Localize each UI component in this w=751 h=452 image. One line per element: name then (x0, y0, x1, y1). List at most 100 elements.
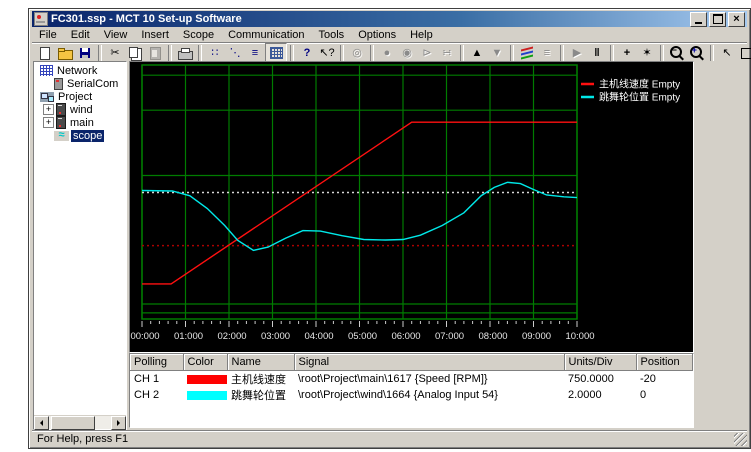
tree-item-label: wind (68, 104, 95, 116)
help-button[interactable]: ? (297, 44, 317, 62)
move-down-button[interactable]: ▼ (487, 44, 507, 62)
svg-text:10:000: 10:000 (565, 331, 594, 342)
channel-row-ch-2[interactable]: CH 2跳舞轮位置\root\Project\wind\1664 {Analog… (130, 387, 692, 403)
pause-scope-button[interactable]: ‖ (587, 44, 607, 62)
cut-button[interactable]: ✂ (105, 44, 125, 62)
menu-item-edit[interactable]: Edit (64, 28, 97, 42)
svg-text:08:000: 08:000 (478, 331, 507, 342)
expander-wind[interactable]: + (43, 104, 54, 115)
channel-color-swatch (187, 375, 227, 384)
tree-item-network[interactable]: Network (34, 64, 126, 77)
scope-plot[interactable]: 00:00001:00002:00003:00004:00005:00006:0… (130, 62, 693, 352)
select-cursor-button[interactable]: ↖ (717, 44, 737, 62)
maximize-button[interactable] (709, 12, 726, 27)
svg-text:05:000: 05:000 (348, 331, 377, 342)
tree-item-scope[interactable]: scope (34, 129, 126, 142)
new-button[interactable] (35, 44, 55, 62)
window-title: FC301.ssp - MCT 10 Set-up Software (51, 13, 690, 25)
read-from-drive-icon: ∺ (442, 48, 451, 59)
menu-item-tools[interactable]: Tools (312, 28, 352, 42)
channel-name: 主机线速度 (227, 371, 294, 388)
menu-item-scope[interactable]: Scope (176, 28, 221, 42)
parameter-list-button[interactable]: ≡ (245, 44, 265, 62)
column-header-polling[interactable]: Polling (130, 354, 183, 371)
toolbar-separator (710, 45, 714, 61)
network-scan-icon: ⋱ (230, 48, 241, 59)
svg-text:03:000: 03:000 (261, 331, 290, 342)
zoom-box-button[interactable] (737, 44, 751, 62)
column-header-color[interactable]: Color (183, 354, 227, 371)
tree-item-label: SerialCom (65, 78, 120, 90)
write-to-drive-button[interactable]: ⊳ (417, 44, 437, 62)
network-scan-button[interactable]: ⋱ (225, 44, 245, 62)
menu-item-insert[interactable]: Insert (134, 28, 176, 42)
poll-icon: ◉ (402, 48, 412, 59)
drive-icon (56, 116, 66, 129)
context-help-button[interactable]: ↖? (317, 44, 337, 62)
scrollbar-track[interactable] (95, 416, 111, 429)
project-tree-pane: NetworkSerialComProject+wind+mainscope (33, 61, 127, 430)
app-icon (34, 12, 48, 26)
menu-item-options[interactable]: Options (351, 28, 403, 42)
scope-lines-button[interactable]: ≡ (537, 44, 557, 62)
expander-main[interactable]: + (43, 117, 54, 128)
column-header-name[interactable]: Name (227, 354, 294, 371)
status-text: For Help, press F1 (37, 433, 128, 445)
minimize-button[interactable] (690, 12, 707, 27)
channel-row-ch-1[interactable]: CH 1主机线速度\root\Project\main\1617 {Speed … (130, 371, 692, 388)
tracking-cursor-button[interactable]: ✶ (637, 44, 657, 62)
scope-icon (54, 131, 69, 141)
save-button[interactable] (75, 44, 95, 62)
context-help-icon: ↖? (319, 48, 334, 59)
column-header-position[interactable]: Position (636, 354, 692, 371)
start-scope-button[interactable]: ▶ (567, 44, 587, 62)
poll-button[interactable]: ◉ (397, 44, 417, 62)
tree-item-label: Project (56, 91, 94, 103)
scope-waves-icon (521, 46, 533, 51)
paste-button[interactable] (145, 44, 165, 62)
project-icon (40, 92, 54, 102)
move-up-button[interactable]: ▲ (467, 44, 487, 62)
read-from-drive-button[interactable]: ∺ (437, 44, 457, 62)
resize-grip-icon[interactable] (734, 433, 747, 446)
scroll-right-button[interactable] (111, 416, 126, 430)
tree-item-main[interactable]: + main (34, 116, 126, 129)
zoom-out-button[interactable] (667, 44, 687, 62)
scrollbar-thumb[interactable] (51, 416, 95, 430)
open-button[interactable] (55, 44, 75, 62)
menu-item-file[interactable]: File (32, 28, 64, 42)
channel-color-cell (183, 387, 227, 403)
toolbar-separator (98, 45, 102, 61)
tree-item-label: Network (55, 65, 99, 77)
svg-text:02:000: 02:000 (217, 331, 246, 342)
column-header-signal[interactable]: Signal (294, 354, 564, 371)
title-bar[interactable]: FC301.ssp - MCT 10 Set-up Software × (32, 11, 747, 27)
channel-color-cell (183, 371, 227, 388)
scope-pane: 00:00001:00002:00003:00004:00005:00006:0… (129, 61, 694, 428)
tree-item-serialcom[interactable]: SerialCom (34, 77, 126, 90)
minimize-icon (695, 22, 702, 24)
register-view-button[interactable]: ∷ (205, 44, 225, 62)
zoom-box-icon (741, 48, 751, 59)
connection-button[interactable]: ◎ (347, 44, 367, 62)
scope-waves-button[interactable] (517, 44, 537, 62)
scroll-left-button[interactable] (34, 416, 49, 430)
zoom-in-button[interactable] (687, 44, 707, 62)
menu-item-help[interactable]: Help (403, 28, 440, 42)
menu-item-view[interactable]: View (97, 28, 135, 42)
channel-table-pane: PollingColorNameSignalUnits/DivPosition … (129, 353, 694, 428)
pause-scope-icon: ‖ (594, 48, 599, 59)
toolbar-separator (660, 45, 664, 61)
parameter-grid-button[interactable] (265, 43, 287, 63)
close-button[interactable]: × (728, 12, 745, 27)
print-button[interactable] (175, 44, 195, 62)
menu-item-communication[interactable]: Communication (221, 28, 311, 42)
tree-item-project[interactable]: Project (34, 90, 126, 103)
tree-item-label: main (68, 117, 96, 129)
tree-horizontal-scrollbar[interactable] (34, 415, 126, 429)
tree-item-wind[interactable]: + wind (34, 103, 126, 116)
stop-communication-button[interactable]: ● (377, 44, 397, 62)
column-header-units-div[interactable]: Units/Div (564, 354, 636, 371)
copy-button[interactable] (125, 44, 145, 62)
pan-crosshair-button[interactable]: + (617, 44, 637, 62)
